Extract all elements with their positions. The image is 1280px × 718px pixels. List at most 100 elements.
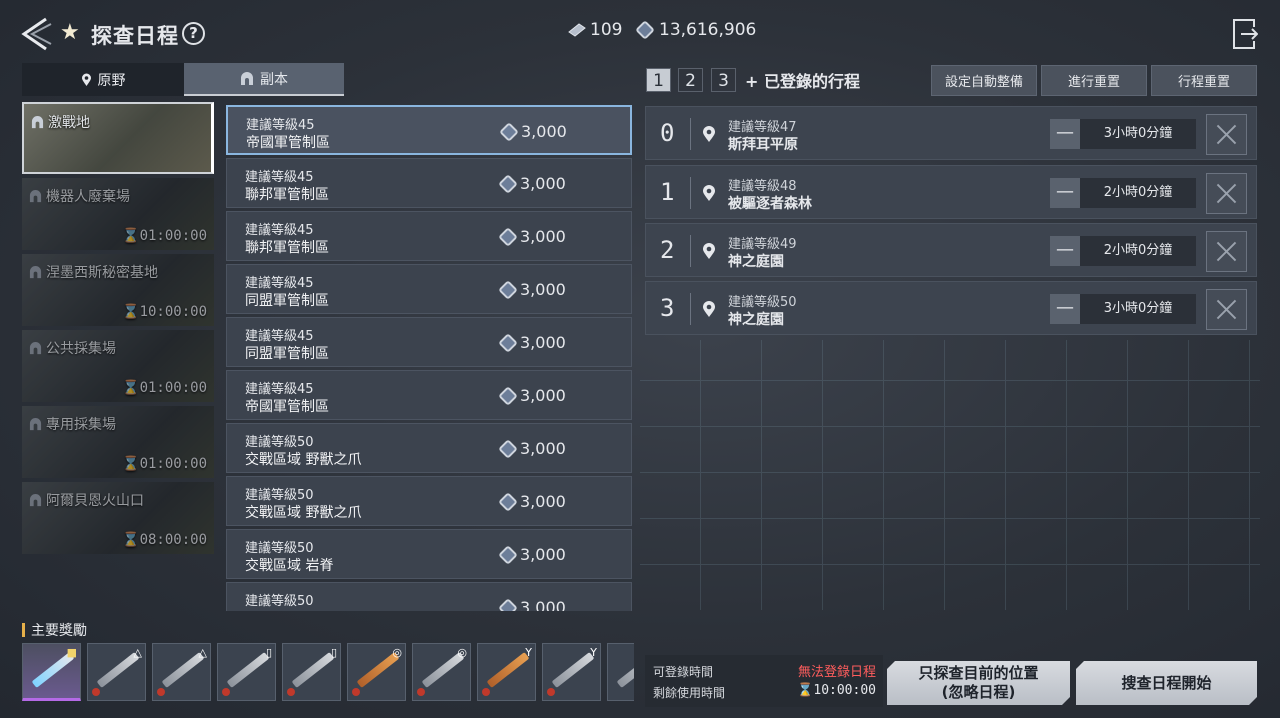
start-schedule-button[interactable]: 搜查日程開始 [1076,661,1257,705]
tab-dungeon[interactable]: 副本 [184,63,344,96]
location-time: 01:00:00 [139,228,207,244]
dungeon-item[interactable]: 建議等級45 帝國軍管制區 3,000 [226,105,632,155]
decrease-button[interactable]: — [1050,294,1080,324]
reward-item[interactable]: ▯ [282,643,341,701]
schedule-duration: 2小時0分鐘 [1080,178,1196,208]
reward-list[interactable]: ■ △ △ ▯ ▯ ◎ ◎ Y Y [22,643,634,703]
location-item[interactable]: 機器人廢棄場 ⌛01:00:00 [22,178,214,250]
dungeon-gate-icon [29,189,42,202]
dungeon-item[interactable]: 建議等級45 同盟軍管制區 3,000 [226,264,632,314]
dungeon-level: 建議等級45 [245,329,314,344]
tab-field[interactable]: 原野 [22,63,184,96]
reward-item[interactable]: △ [87,643,146,701]
dungeon-gate-icon [29,341,42,354]
reward-item[interactable] [607,643,634,701]
dungeon-gate-icon [31,115,44,128]
schedule-status-panel: 可登錄時間 剩餘使用時間 無法登錄日程 ⌛10:00:00 [645,655,883,707]
tier-icon: Y [590,646,597,659]
remove-icon[interactable] [1206,289,1247,330]
exit-icon[interactable] [1232,18,1258,50]
location-item[interactable]: 阿爾貝恩火山口 ⌛08:00:00 [22,482,214,554]
dungeon-level: 建議等級45 [245,276,314,291]
registered-schedule-label: + 已登錄的行程 [745,72,860,91]
dungeon-name: 同盟軍管制區 [245,293,329,309]
hourglass-icon: ⌛ [122,228,140,244]
schedule-row[interactable]: 1 建議等級48 被驅逐者森林 —2小時0分鐘 [645,165,1257,219]
dungeon-level: 建議等級50 [245,541,314,556]
schedule-index: 1 [660,178,675,206]
reward-item[interactable]: Y [542,643,601,701]
tier-icon: ▯ [265,646,272,659]
back-arrow-icon[interactable] [18,16,52,52]
crystal-icon [498,332,518,353]
dungeon-gate-icon [29,265,42,278]
schedule-row[interactable]: 2 建議等級49 神之庭園 —2小時0分鐘 [645,223,1257,277]
hourglass-icon: ⌛ [122,304,140,320]
dungeon-item[interactable]: 建議等級45 聯邦軍管制區 3,000 [226,211,632,261]
schedule-page-1[interactable]: 1 [646,68,671,92]
location-item[interactable]: 激戰地 [22,102,214,174]
schedule-level: 建議等級50 [728,295,797,310]
dungeon-cost: 3,000 [520,545,566,564]
dungeon-item[interactable]: 建議等級45 同盟軍管制區 3,000 [226,317,632,367]
reward-item[interactable]: Y [477,643,536,701]
tier-icon: ◎ [457,646,467,659]
hourglass-icon: ⌛ [122,456,140,472]
decrease-button[interactable]: — [1050,178,1080,208]
reward-item[interactable]: ◎ [412,643,471,701]
tier-icon: ▯ [330,646,337,659]
remove-icon[interactable] [1206,231,1247,272]
dungeon-item[interactable]: 建議等級45 帝國軍管制區 3,000 [226,370,632,420]
crystal-icon [498,279,518,300]
schedule-location: 斯拜耳平原 [728,137,798,153]
reward-item[interactable]: ■ [22,643,81,701]
crystal-icon [498,544,518,565]
schedule-row[interactable]: 3 建議等級50 神之庭園 —3小時0分鐘 [645,281,1257,335]
help-icon[interactable]: ? [182,22,205,45]
dungeon-name: 聯邦軍管制區 [245,187,329,203]
schedule-location: 神之庭園 [728,312,784,328]
alert-dot [222,688,230,696]
alert-dot [157,688,165,696]
tier-icon: ◎ [392,646,402,659]
dungeon-list[interactable]: 建議等級45 帝國軍管制區 3,000 建議等級45 聯邦軍管制區 3,000 建議等級… [226,105,632,611]
location-item[interactable]: 涅墨西斯秘密基地 ⌛10:00:00 [22,254,214,326]
location-time: 01:00:00 [139,380,207,396]
dungeon-name: 同盟軍管制區 [245,346,329,362]
route-reset-button[interactable]: 行程重置 [1151,65,1257,96]
reset-button[interactable]: 進行重置 [1041,65,1147,96]
schedule-page-2[interactable]: 2 [678,68,703,92]
dungeon-item[interactable]: 建議等級50 3,000 [226,582,632,611]
reward-item[interactable]: ▯ [217,643,276,701]
schedule-location: 神之庭園 [728,254,784,270]
location-item[interactable]: 專用採集場 ⌛01:00:00 [22,406,214,478]
dungeon-item[interactable]: 建議等級50 交戰區域 岩脊 3,000 [226,529,632,579]
location-item[interactable]: 公共採集場 ⌛01:00:00 [22,330,214,402]
dungeon-item[interactable]: 建議等級45 聯邦軍管制區 3,000 [226,158,632,208]
remove-icon[interactable] [1206,114,1247,155]
dungeon-name: 交戰區域 野獸之爪 [245,505,362,521]
reward-item[interactable]: ◎ [347,643,406,701]
schedule-row[interactable]: 0 建議等級47 斯拜耳平原 —3小時0分鐘 [645,106,1257,160]
explore-current-location-button[interactable]: 只探查目前的位置 (忽略日程) [887,661,1070,705]
schedule-index: 3 [660,294,675,322]
schedule-page-3[interactable]: 3 [711,68,736,92]
dungeon-item[interactable]: 建議等級50 交戰區域 野獸之爪 3,000 [226,476,632,526]
dungeon-item[interactable]: 建議等級50 交戰區域 野獸之爪 3,000 [226,423,632,473]
schedule-index: 2 [660,236,675,264]
alert-dot [547,688,555,696]
remove-icon[interactable] [1206,173,1247,214]
reward-item[interactable]: △ [152,643,211,701]
map-pin-icon [81,73,91,86]
dungeon-level: 建議等級50 [245,435,314,450]
divider [690,177,691,209]
decrease-button[interactable]: — [1050,236,1080,266]
cannot-register-warning: 無法登錄日程 [797,665,876,680]
auto-maintenance-button[interactable]: 設定自動整備 [931,65,1037,96]
explore-current-label: 只探查目前的位置 [918,664,1039,682]
dungeon-name: 帝國軍管制區 [245,399,329,415]
dungeon-cost: 3,000 [520,492,566,511]
decrease-button[interactable]: — [1050,119,1080,149]
favorite-star-icon[interactable]: ★ [60,20,80,45]
schedule-level: 建議等級48 [728,179,797,194]
